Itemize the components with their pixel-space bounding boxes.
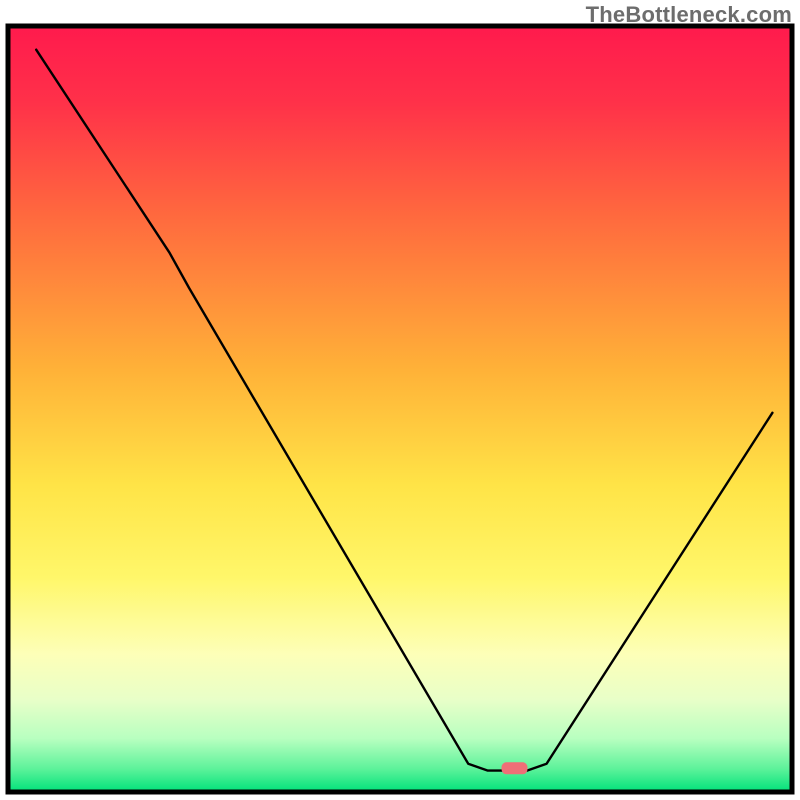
bottleneck-chart <box>0 0 800 800</box>
chart-stage: TheBottleneck.com <box>0 0 800 800</box>
watermark-label: TheBottleneck.com <box>586 2 792 28</box>
trough-marker <box>502 762 528 774</box>
plot-background <box>8 26 792 792</box>
plot-area <box>8 26 792 792</box>
